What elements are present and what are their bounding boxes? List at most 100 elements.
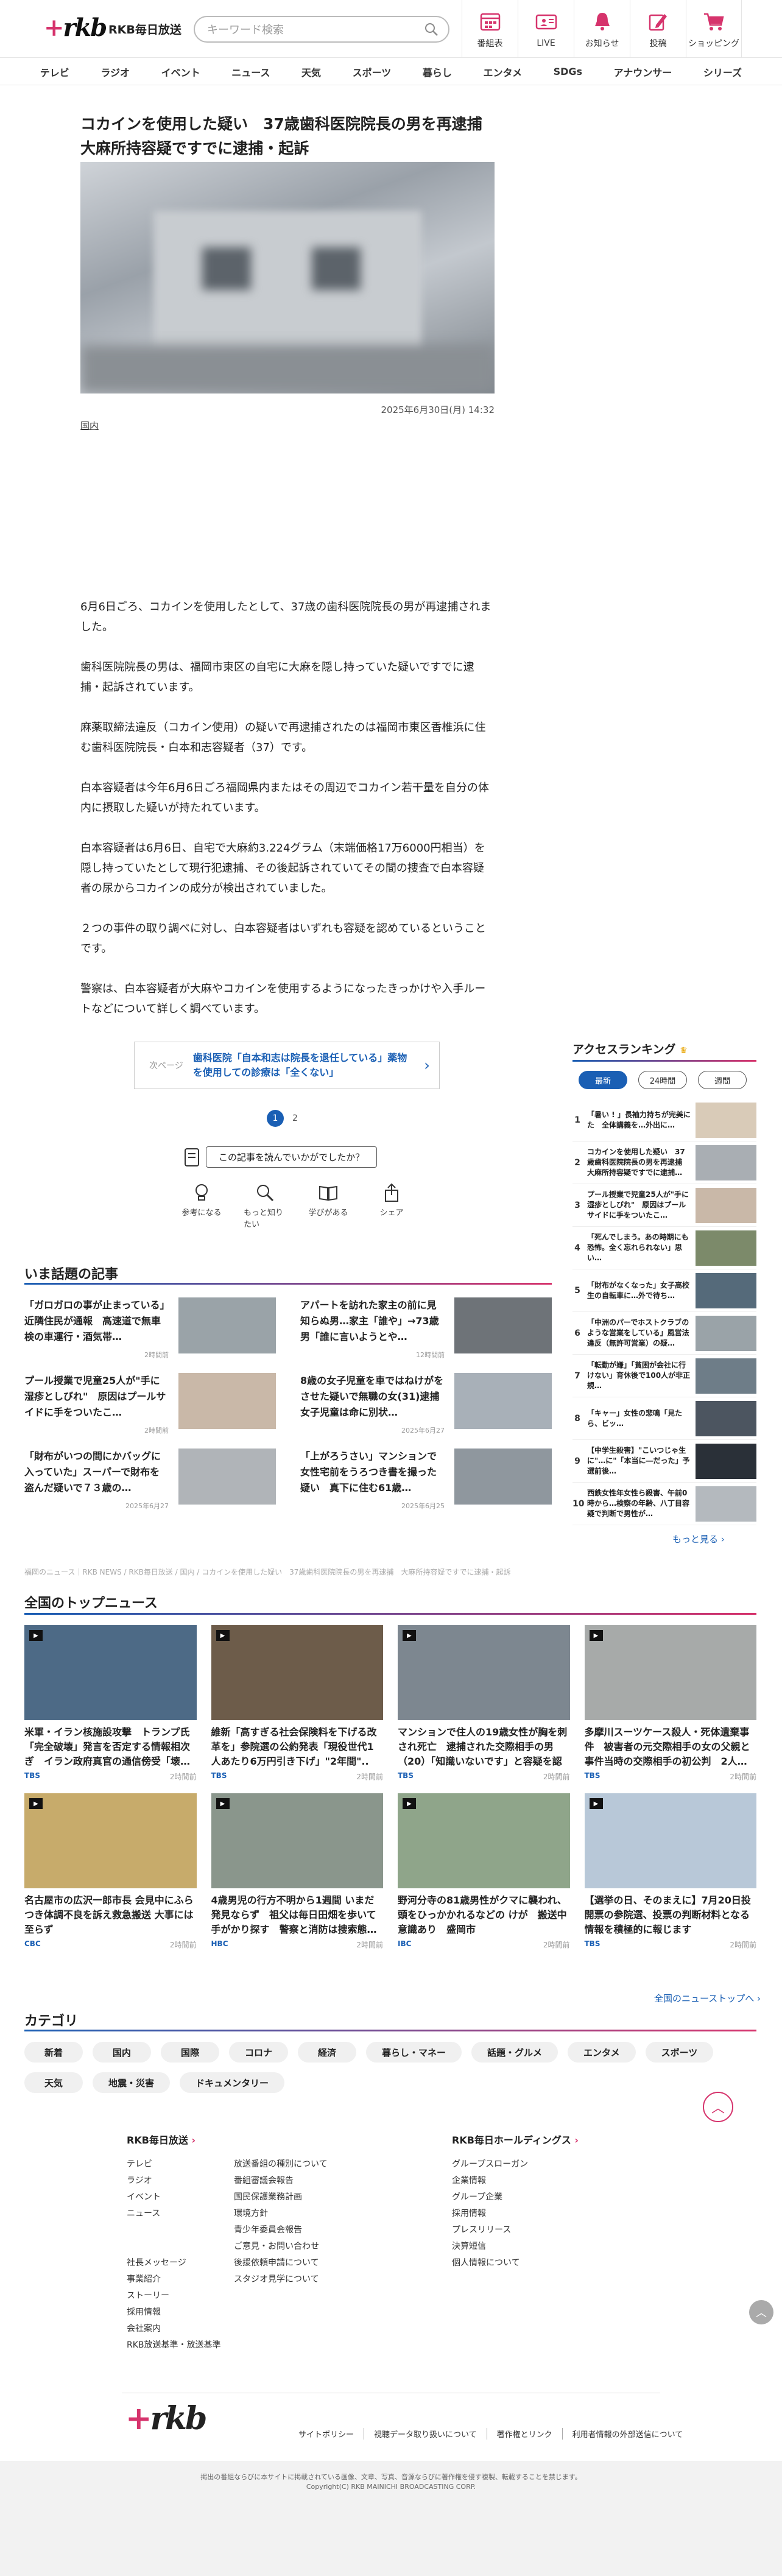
ranking-item[interactable]: 2 コカインを使用した疑い 37歳歯科医院院長の男を再逮捕 大麻所持容疑ですでに逮… bbox=[572, 1142, 756, 1184]
nav-item-series[interactable]: シリーズ bbox=[703, 65, 742, 79]
nav-item-tv[interactable]: テレビ bbox=[40, 65, 69, 79]
back-to-top-button[interactable]: ︿ bbox=[703, 2092, 733, 2122]
category-chip[interactable]: 新着 bbox=[24, 2042, 83, 2063]
reaction-share-button[interactable]: シェア bbox=[370, 1182, 413, 1229]
category-chip[interactable]: 国内 bbox=[93, 2042, 151, 2063]
ranking-tab-weekly[interactable]: 週間 bbox=[698, 1071, 747, 1089]
nav-item-sdgs[interactable]: SDGs bbox=[554, 66, 582, 77]
scroll-up-fab[interactable]: ︿ bbox=[749, 2300, 773, 2324]
footer-link[interactable]: テレビ bbox=[127, 2156, 221, 2173]
ranking-item[interactable]: 5 「財布がなくなった」女子高校生の自転車に…外で待ち… bbox=[572, 1269, 756, 1312]
ranking-tab-latest[interactable]: 最新 bbox=[579, 1071, 627, 1089]
nav-item-weather[interactable]: 天気 bbox=[301, 65, 321, 79]
footer-link[interactable]: 社長メッセージ bbox=[127, 2255, 221, 2271]
category-chip[interactable]: 暮らし・マネー bbox=[366, 2042, 462, 2063]
footer-link[interactable]: 後援依頼申請について bbox=[234, 2255, 328, 2271]
reaction-more-button[interactable]: もっと知りたい bbox=[244, 1182, 286, 1229]
footer-link[interactable]: 決算短信 bbox=[452, 2239, 528, 2255]
trending-item[interactable]: 「財布がいつの間にかバッグに入っていた」スーパーで財布を盗んだ疑いで７３歳の… 2… bbox=[24, 1449, 276, 1510]
footer-link[interactable]: プレスリリース bbox=[452, 2222, 528, 2239]
ranking-item[interactable]: 4 「死んでしまう。あの時期にも恐怖。全く忘れられない」思い… bbox=[572, 1227, 756, 1269]
header-post-button[interactable]: 投稿 bbox=[630, 0, 686, 58]
category-chip[interactable]: スポーツ bbox=[645, 2042, 714, 2063]
search-input[interactable]: キーワード検索 bbox=[194, 16, 449, 43]
trending-item[interactable]: プール授業で児童25人が"手に湿疹としびれ" 原因はプールサイドに手をついたこ…… bbox=[24, 1373, 276, 1434]
footer-link[interactable]: グループスローガン bbox=[452, 2156, 528, 2173]
trending-item[interactable]: 「上がろうさい」マンションで女性宅前をうろつき書を撮った疑い 真下に住む61歳…… bbox=[300, 1449, 552, 1510]
trending-item[interactable]: 「ガロガロの事が止まっている」近隣住民が通報 高速道で無車検の車運行・酒気帯… 2… bbox=[24, 1297, 276, 1359]
footer-link[interactable]: 個人情報について bbox=[452, 2255, 528, 2271]
nav-item-entame[interactable]: エンタメ bbox=[483, 65, 522, 79]
header-shopping-button[interactable]: ショッピング bbox=[686, 0, 742, 58]
ranking-item[interactable]: 10 西鉄女性年女性ら殺害、午前0時から…検察の年齢、八丁目容疑で判断で男性が… bbox=[572, 1483, 756, 1525]
footer-link[interactable]: ニュース bbox=[127, 2206, 221, 2222]
national-news-item[interactable]: ▶ マンションで住人の19歳女性が胸を刺され死亡 逮捕された交際相手の男（20）「… bbox=[398, 1625, 570, 1781]
footer-link[interactable]: 会社案内 bbox=[127, 2321, 221, 2337]
nav-item-announcer[interactable]: アナウンサー bbox=[614, 65, 672, 79]
footer-link[interactable]: ストーリー bbox=[127, 2288, 221, 2304]
footer-link[interactable]: 企業情報 bbox=[452, 2173, 528, 2189]
category-chip[interactable]: ドキュメンタリー bbox=[180, 2072, 285, 2093]
footer-link[interactable]: ご意見・お問い合わせ bbox=[234, 2239, 328, 2255]
category-chip[interactable]: 国際 bbox=[161, 2042, 219, 2063]
nav-item-event[interactable]: イベント bbox=[161, 65, 200, 79]
next-page-link[interactable]: 次ページ 歯科医院「自本和志は院長を退任している」薬物を使用しての診療は「全くな… bbox=[134, 1042, 440, 1089]
rkb-logo[interactable]: +rkb bbox=[44, 13, 107, 42]
trending-item[interactable]: アパートを訪れた家主の前に見知らぬ男…家主「誰や」→73歳男「誰に言いようとや…… bbox=[300, 1297, 552, 1359]
footer-link[interactable]: ラジオ bbox=[127, 2173, 221, 2189]
national-news-item[interactable]: ▶ 維新「高すぎる社会保険料を下げる改革を」参院選の公約発表「現役世代1人あたり6… bbox=[211, 1625, 383, 1781]
article-category-link[interactable]: 国内 bbox=[80, 419, 99, 432]
footer-link[interactable]: グループ企業 bbox=[452, 2189, 528, 2206]
footer-rkb-logo[interactable]: +rkb bbox=[125, 2400, 207, 2437]
header-schedule-button[interactable]: 番組表 bbox=[462, 0, 518, 58]
footer-link[interactable]: スタジオ見学について bbox=[234, 2271, 328, 2288]
category-chip[interactable]: コロナ bbox=[229, 2042, 289, 2063]
category-chip[interactable]: 話題・グルメ bbox=[471, 2042, 558, 2063]
category-chip[interactable]: エンタメ bbox=[568, 2042, 636, 2063]
national-news-item[interactable]: ▶ 4歳男児の行方不明から1週間 いまだ発見ならず 祖父は毎日田畑を歩いて手がかり… bbox=[211, 1793, 383, 1949]
footer-bottom-link[interactable]: 著作権とリンク bbox=[486, 2428, 562, 2440]
trending-item[interactable]: 8歳の女子児童を車ではねけがをさせた疑いで無職の女(31)逮捕 女子児童は命に別… bbox=[300, 1373, 552, 1434]
nav-item-life[interactable]: 暮らし bbox=[423, 65, 452, 79]
ranking-item[interactable]: 9 【中学生殺害】"こいつじゃ生に"…に"「本当に―だった」予選前後… bbox=[572, 1440, 756, 1483]
category-chip[interactable]: 地震・災害 bbox=[93, 2072, 171, 2093]
footer-link[interactable]: RKB放送基準・放送基準 bbox=[127, 2337, 221, 2354]
page-2-button[interactable]: 2 bbox=[292, 1113, 298, 1123]
breadcrumb[interactable]: 福岡のニュース｜RKB NEWS / RKB毎日放送 / 国内 / コカインを使… bbox=[24, 1567, 755, 1577]
footer-link[interactable]: 環境方針 bbox=[234, 2206, 328, 2222]
national-news-item[interactable]: ▶ 野河分寺の81歳男性がクマに襲われ、頭をひっかかれるなどの けが 搬送中意識あ… bbox=[398, 1793, 570, 1949]
ranking-item[interactable]: 1 「暑い ! 」長袖力持ちが完美にた 全体講義を…外出に… bbox=[572, 1099, 756, 1142]
header-notice-button[interactable]: お知らせ bbox=[574, 0, 630, 58]
ranking-item[interactable]: 6 「中洲のパーでホストクラブのような営業をしている」風営法違反（無許可営業）の疑… bbox=[572, 1312, 756, 1355]
footer-link[interactable]: 青少年委員会報告 bbox=[234, 2222, 328, 2239]
search-icon[interactable] bbox=[424, 22, 439, 37]
footer-link[interactable]: 採用情報 bbox=[452, 2206, 528, 2222]
national-news-item[interactable]: ▶ 米軍・イラン核施設攻撃 トランプ氏「完全破壊」発言を否定する情報相次ぎ イラン… bbox=[24, 1625, 197, 1781]
footer-link[interactable]: 放送番組の種別について bbox=[234, 2156, 328, 2173]
ranking-item[interactable]: 7 「転勤が嫌」「貧困が会社に行けない」育休後で100人が非正規… bbox=[572, 1355, 756, 1397]
page-1-button[interactable]: 1 bbox=[267, 1110, 284, 1127]
nav-item-sports[interactable]: スポーツ bbox=[353, 65, 392, 79]
national-news-item[interactable]: ▶ 【選挙の日、そのまえに】7月20日投開票の参院選、投票の判断材料となる情報を積… bbox=[584, 1793, 756, 1949]
footer-link[interactable]: 採用情報 bbox=[127, 2304, 221, 2321]
national-more-link[interactable]: 全国のニューストップへ › bbox=[654, 1992, 761, 2005]
category-chip[interactable]: 天気 bbox=[24, 2072, 83, 2093]
national-news-item[interactable]: ▶ 多摩川スーツケース殺人・死体遺棄事件 被害者の元交際相手の女の父親と事件当時の… bbox=[584, 1625, 756, 1781]
footer-link[interactable]: イベント bbox=[127, 2189, 221, 2206]
national-news-item[interactable]: ▶ 名古屋市の広沢一郎市長 会見中にふらつき体調不良を訴え救急搬送 大事には至らず… bbox=[24, 1793, 197, 1949]
ranking-item[interactable]: 3 プール授業で児童25人が"手に湿疹としびれ" 原因はプールサイドに手をついたこ… bbox=[572, 1184, 756, 1227]
footer-link[interactable]: 番組審議会報告 bbox=[234, 2173, 328, 2189]
reaction-helpful-button[interactable]: 参考になる bbox=[180, 1182, 223, 1229]
footer-bottom-link[interactable]: 利用者情報の外部送信について bbox=[562, 2428, 693, 2440]
footer-link[interactable]: 事業紹介 bbox=[127, 2271, 221, 2288]
ranking-more-link[interactable]: もっと見る › bbox=[672, 1533, 725, 1545]
footer-bottom-link[interactable]: 視聴データ取り扱いについて bbox=[364, 2428, 487, 2440]
ranking-tab-24h[interactable]: 24時間 bbox=[638, 1071, 687, 1089]
category-chip[interactable]: 経済 bbox=[298, 2042, 357, 2063]
reaction-learn-button[interactable]: 学びがある bbox=[307, 1182, 350, 1229]
nav-item-radio[interactable]: ラジオ bbox=[100, 65, 130, 79]
nav-item-news[interactable]: ニュース bbox=[231, 65, 270, 79]
header-live-button[interactable]: LIVE bbox=[518, 0, 574, 58]
footer-bottom-link[interactable]: サイトポリシー bbox=[289, 2428, 364, 2440]
footer-link[interactable]: 国民保護業務計画 bbox=[234, 2189, 328, 2206]
